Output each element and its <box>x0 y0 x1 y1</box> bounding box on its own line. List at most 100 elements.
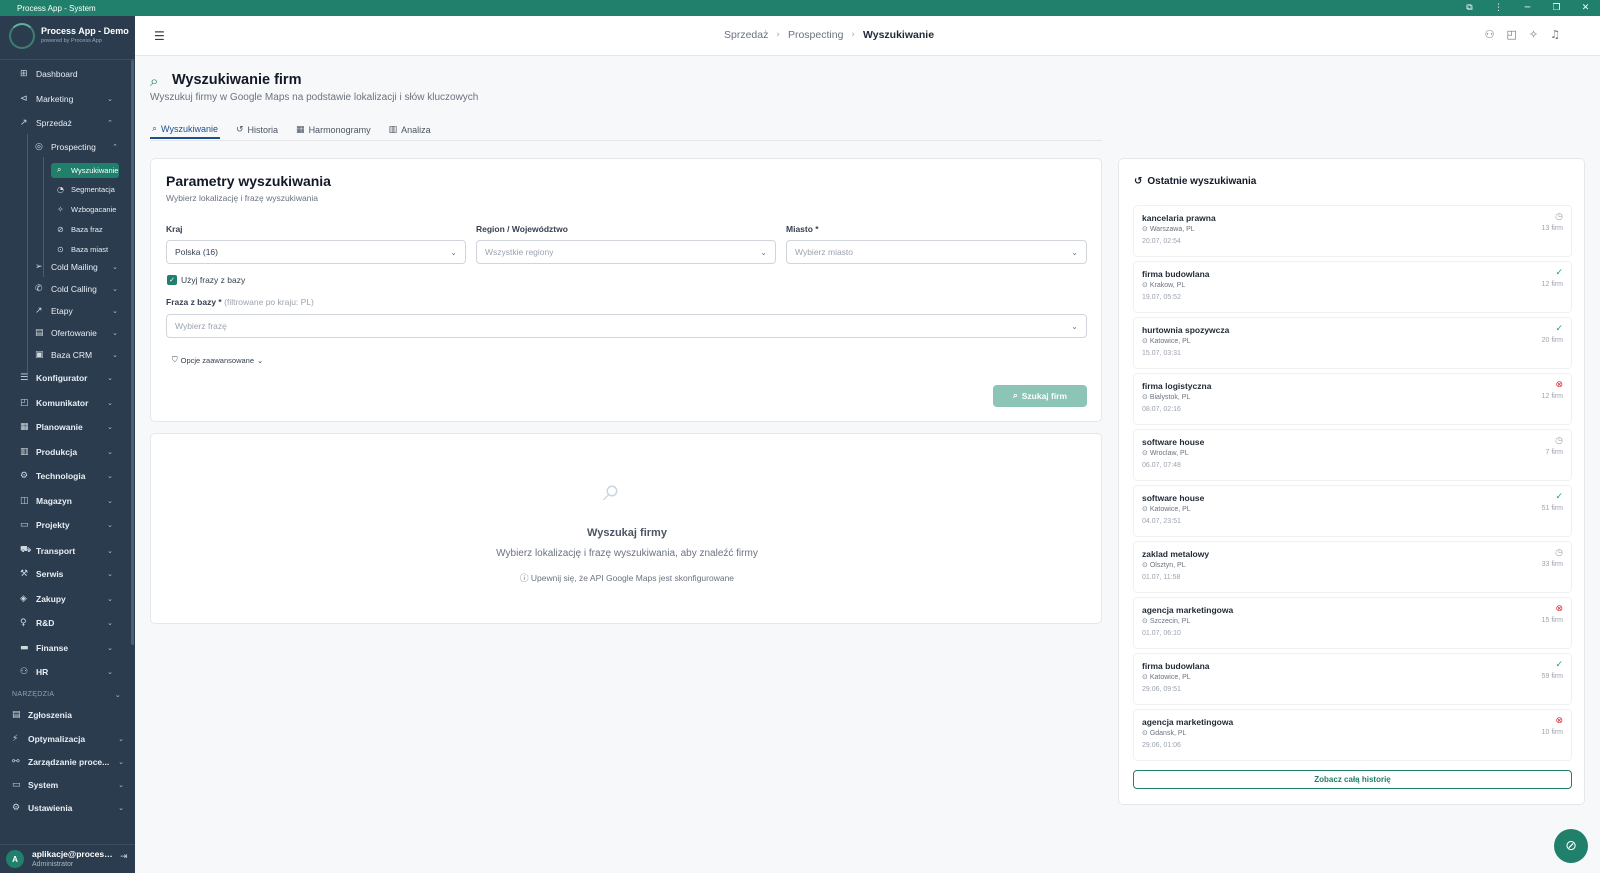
minimize-icon[interactable]: ─ <box>1513 3 1542 13</box>
chevron-right-icon: › <box>776 30 780 40</box>
tab-harmonogramy[interactable]: ▦ Harmonogramy <box>294 120 373 139</box>
sidebar-item-planowanie[interactable]: ▦ Planowanie ⌄ <box>20 422 113 432</box>
list-item[interactable]: kancelaria prawna ⊙ Warszawa, PL 20.07, … <box>1133 205 1572 257</box>
sidebar-item-baza-crm[interactable]: ▣ Baza CRM ⌄ <box>35 350 118 360</box>
chevron-down-icon: ⌄ <box>760 247 767 257</box>
use-phrases-checkbox[interactable]: ✓ <box>167 275 177 285</box>
list-item[interactable]: firma logistyczna ⊙ Bialystok, PL 08.07,… <box>1133 373 1572 425</box>
user-email: aplikacje@process... <box>32 849 114 859</box>
user-switch-icon[interactable]: ⚇ <box>1485 28 1495 41</box>
restore-icon[interactable]: ❐ <box>1542 3 1571 13</box>
sidebar-item-baza-miast[interactable]: ⊙ Baza miast <box>57 245 108 254</box>
extensions-icon[interactable]: ⧉ <box>1455 3 1484 13</box>
trending-up-icon: ↗ <box>35 306 43 316</box>
sidebar-section-tools[interactable]: NARZĘDZIA ⌄ <box>12 691 121 699</box>
sidebar-item-marketing[interactable]: ⊲ Marketing ⌄ <box>20 94 113 104</box>
package-icon: ◫ <box>20 496 29 506</box>
city-select[interactable]: Wybierz miasto ⌄ <box>786 240 1087 264</box>
list-item[interactable]: software house ⊙ Katowice, PL 04.07, 23:… <box>1133 485 1572 537</box>
sidebar-item-baza-fraz[interactable]: ⊘ Baza fraz <box>57 225 103 234</box>
breadcrumb-sprzedaz[interactable]: Sprzedaż <box>724 29 768 41</box>
advanced-options-toggle[interactable]: ⛉ Opcje zaawansowane ⌄ <box>172 355 263 365</box>
sidebar-item-produkcja[interactable]: ▥ Produkcja ⌄ <box>20 447 113 457</box>
zap-icon: ⚡ <box>12 734 19 744</box>
sidebar-item-cold-mailing[interactable]: ➢ Cold Mailing ⌄ <box>35 262 118 272</box>
send-icon: ➢ <box>35 262 43 272</box>
chevron-down-icon: ⌄ <box>118 804 124 812</box>
sidebar-item-zarzadzanie[interactable]: ⚯ Zarządzanie proce... ⌄ <box>12 757 124 767</box>
country-select[interactable]: Polska (16) ⌄ <box>166 240 466 264</box>
sidebar-item-prospecting[interactable]: ◎ Prospecting ⌃ <box>35 142 118 152</box>
sidebar-item-optymalizacja[interactable]: ⚡ Optymalizacja ⌄ <box>12 734 124 744</box>
sidebar-item-cold-calling[interactable]: ✆ Cold Calling ⌄ <box>35 284 118 294</box>
logout-icon[interactable]: ⇥ <box>120 852 128 862</box>
workflow-icon: ⚯ <box>12 757 20 767</box>
map-pin-icon: ⊙ <box>1142 617 1148 625</box>
tab-historia[interactable]: ↺ Historia <box>234 120 280 139</box>
sidebar-item-rd[interactable]: ♀ R&D ⌄ <box>20 618 113 628</box>
tab-wyszukiwanie[interactable]: ⌕ Wyszukiwanie <box>150 120 220 139</box>
phrase-select[interactable]: Wybierz frazę ⌄ <box>166 314 1087 338</box>
avatar[interactable]: A <box>6 850 24 868</box>
sidebar-item-wzbogacanie[interactable]: ✧ Wzbogacanie <box>57 205 116 214</box>
top-bar: ☰ Sprzedaż › Prospecting › Wyszukiwanie … <box>135 16 1600 56</box>
sidebar-item-konfigurator[interactable]: ☰ Konfigurator ⌄ <box>20 373 113 383</box>
app-name: Process App - Demo <box>41 26 129 36</box>
sidebar-item-segmentacja[interactable]: ◔ Segmentacja <box>57 185 115 194</box>
ticket-icon: ▤ <box>12 710 21 720</box>
window-titlebar: Process App - System ⧉ ⋮ ─ ❐ ✕ <box>0 0 1600 16</box>
search-button[interactable]: ⌕ Szukaj firm <box>993 385 1087 407</box>
more-icon[interactable]: ⋮ <box>1484 3 1513 13</box>
bell-icon[interactable]: ♫ <box>1550 28 1560 41</box>
phrase-hint: (filtrowane po kraju: PL) <box>224 297 314 307</box>
sidebar-item-sprzedaz[interactable]: ↗ Sprzedaż ⌃ <box>20 118 113 128</box>
sidebar-item-finanse[interactable]: ▬ Finanse ⌄ <box>20 643 113 653</box>
menu-icon[interactable]: ☰ <box>154 29 165 43</box>
sidebar-item-projekty[interactable]: ▭ Projekty ⌄ <box>20 520 113 530</box>
sidebar-item-dashboard[interactable]: ⊞ Dashboard <box>20 69 78 79</box>
check-circle-icon: ✓ <box>1555 268 1563 278</box>
chevron-down-icon: ⌄ <box>107 619 113 627</box>
list-item[interactable]: firma budowlana ⊙ Krakow, PL 19.07, 05:5… <box>1133 261 1572 313</box>
view-history-button[interactable]: Zobacz całą historię <box>1133 770 1572 789</box>
sidebar-item-wyszukiwanie[interactable]: ⌕ Wyszukiwanie <box>57 165 118 175</box>
compass-icon[interactable]: ⊘ <box>1554 829 1588 863</box>
sidebar-item-ustawienia[interactable]: ⚙ Ustawienia ⌄ <box>12 803 124 813</box>
city-label: Miasto * <box>786 224 819 234</box>
list-item[interactable]: zaklad metalowy ⊙ Olsztyn, PL 01.07, 11:… <box>1133 541 1572 593</box>
region-label: Region / Województwo <box>476 224 568 234</box>
sidebar-item-transport[interactable]: ⛟ Transport ⌄ <box>20 545 113 556</box>
chevron-down-icon: ⌄ <box>257 355 264 365</box>
sidebar-item-etapy[interactable]: ↗ Etapy ⌄ <box>35 306 118 316</box>
list-item[interactable]: agencja marketingowa ⊙ Szczecin, PL 01.0… <box>1133 597 1572 649</box>
sidebar-item-zakupy[interactable]: ◈ Zakupy ⌄ <box>20 594 113 604</box>
filter-icon: ⛉ <box>172 355 178 364</box>
wallet-icon: ▬ <box>20 643 29 653</box>
sidebar-item-system[interactable]: ▭ System ⌄ <box>12 780 124 790</box>
page-title: Wyszukiwanie firm <box>172 72 302 88</box>
sidebar-item-ofertowanie[interactable]: ▤ Ofertowanie ⌄ <box>35 328 118 338</box>
sidebar-scrollbar[interactable] <box>131 60 134 645</box>
chevron-down-icon: ⌄ <box>450 247 457 257</box>
sidebar-item-zgloszenia[interactable]: ▤ Zgłoszenia <box>12 710 72 720</box>
sidebar-item-technologia[interactable]: ⚙ Technologia ⌄ <box>20 471 113 481</box>
tab-analiza[interactable]: ▥ Analiza <box>387 120 433 139</box>
message-icon[interactable]: ◰ <box>1507 28 1517 41</box>
close-icon[interactable]: ✕ <box>1571 3 1600 13</box>
file-icon: ▤ <box>35 328 44 338</box>
region-select[interactable]: Wszystkie regiony ⌄ <box>476 240 776 264</box>
x-circle-icon: ⊗ <box>1555 604 1563 614</box>
list-item[interactable]: hurtownia spozywcza ⊙ Katowice, PL 15.07… <box>1133 317 1572 369</box>
sparkles-icon[interactable]: ✧ <box>1529 28 1538 41</box>
sidebar-item-hr[interactable]: ⚇ HR ⌄ <box>20 667 113 677</box>
recent-searches-card: ↺ Ostatnie wyszukiwania kancelaria prawna… <box>1118 158 1585 805</box>
sidebar-item-serwis[interactable]: ⚒ Serwis ⌄ <box>20 569 113 579</box>
sidebar-item-magazyn[interactable]: ◫ Magazyn ⌄ <box>20 496 113 506</box>
list-item[interactable]: agencja marketingowa ⊙ Gdansk, PL 29.06,… <box>1133 709 1572 761</box>
breadcrumb-prospecting[interactable]: Prospecting <box>788 29 843 41</box>
list-item[interactable]: software house ⊙ Wroclaw, PL 06.07, 07:4… <box>1133 429 1572 481</box>
monitor-icon: ▭ <box>12 780 21 790</box>
chevron-down-icon: ⌄ <box>112 307 118 315</box>
sidebar-item-komunikator[interactable]: ◰ Komunikator ⌄ <box>20 398 113 408</box>
list-item[interactable]: firma budowlana ⊙ Katowice, PL 29.06, 09… <box>1133 653 1572 705</box>
